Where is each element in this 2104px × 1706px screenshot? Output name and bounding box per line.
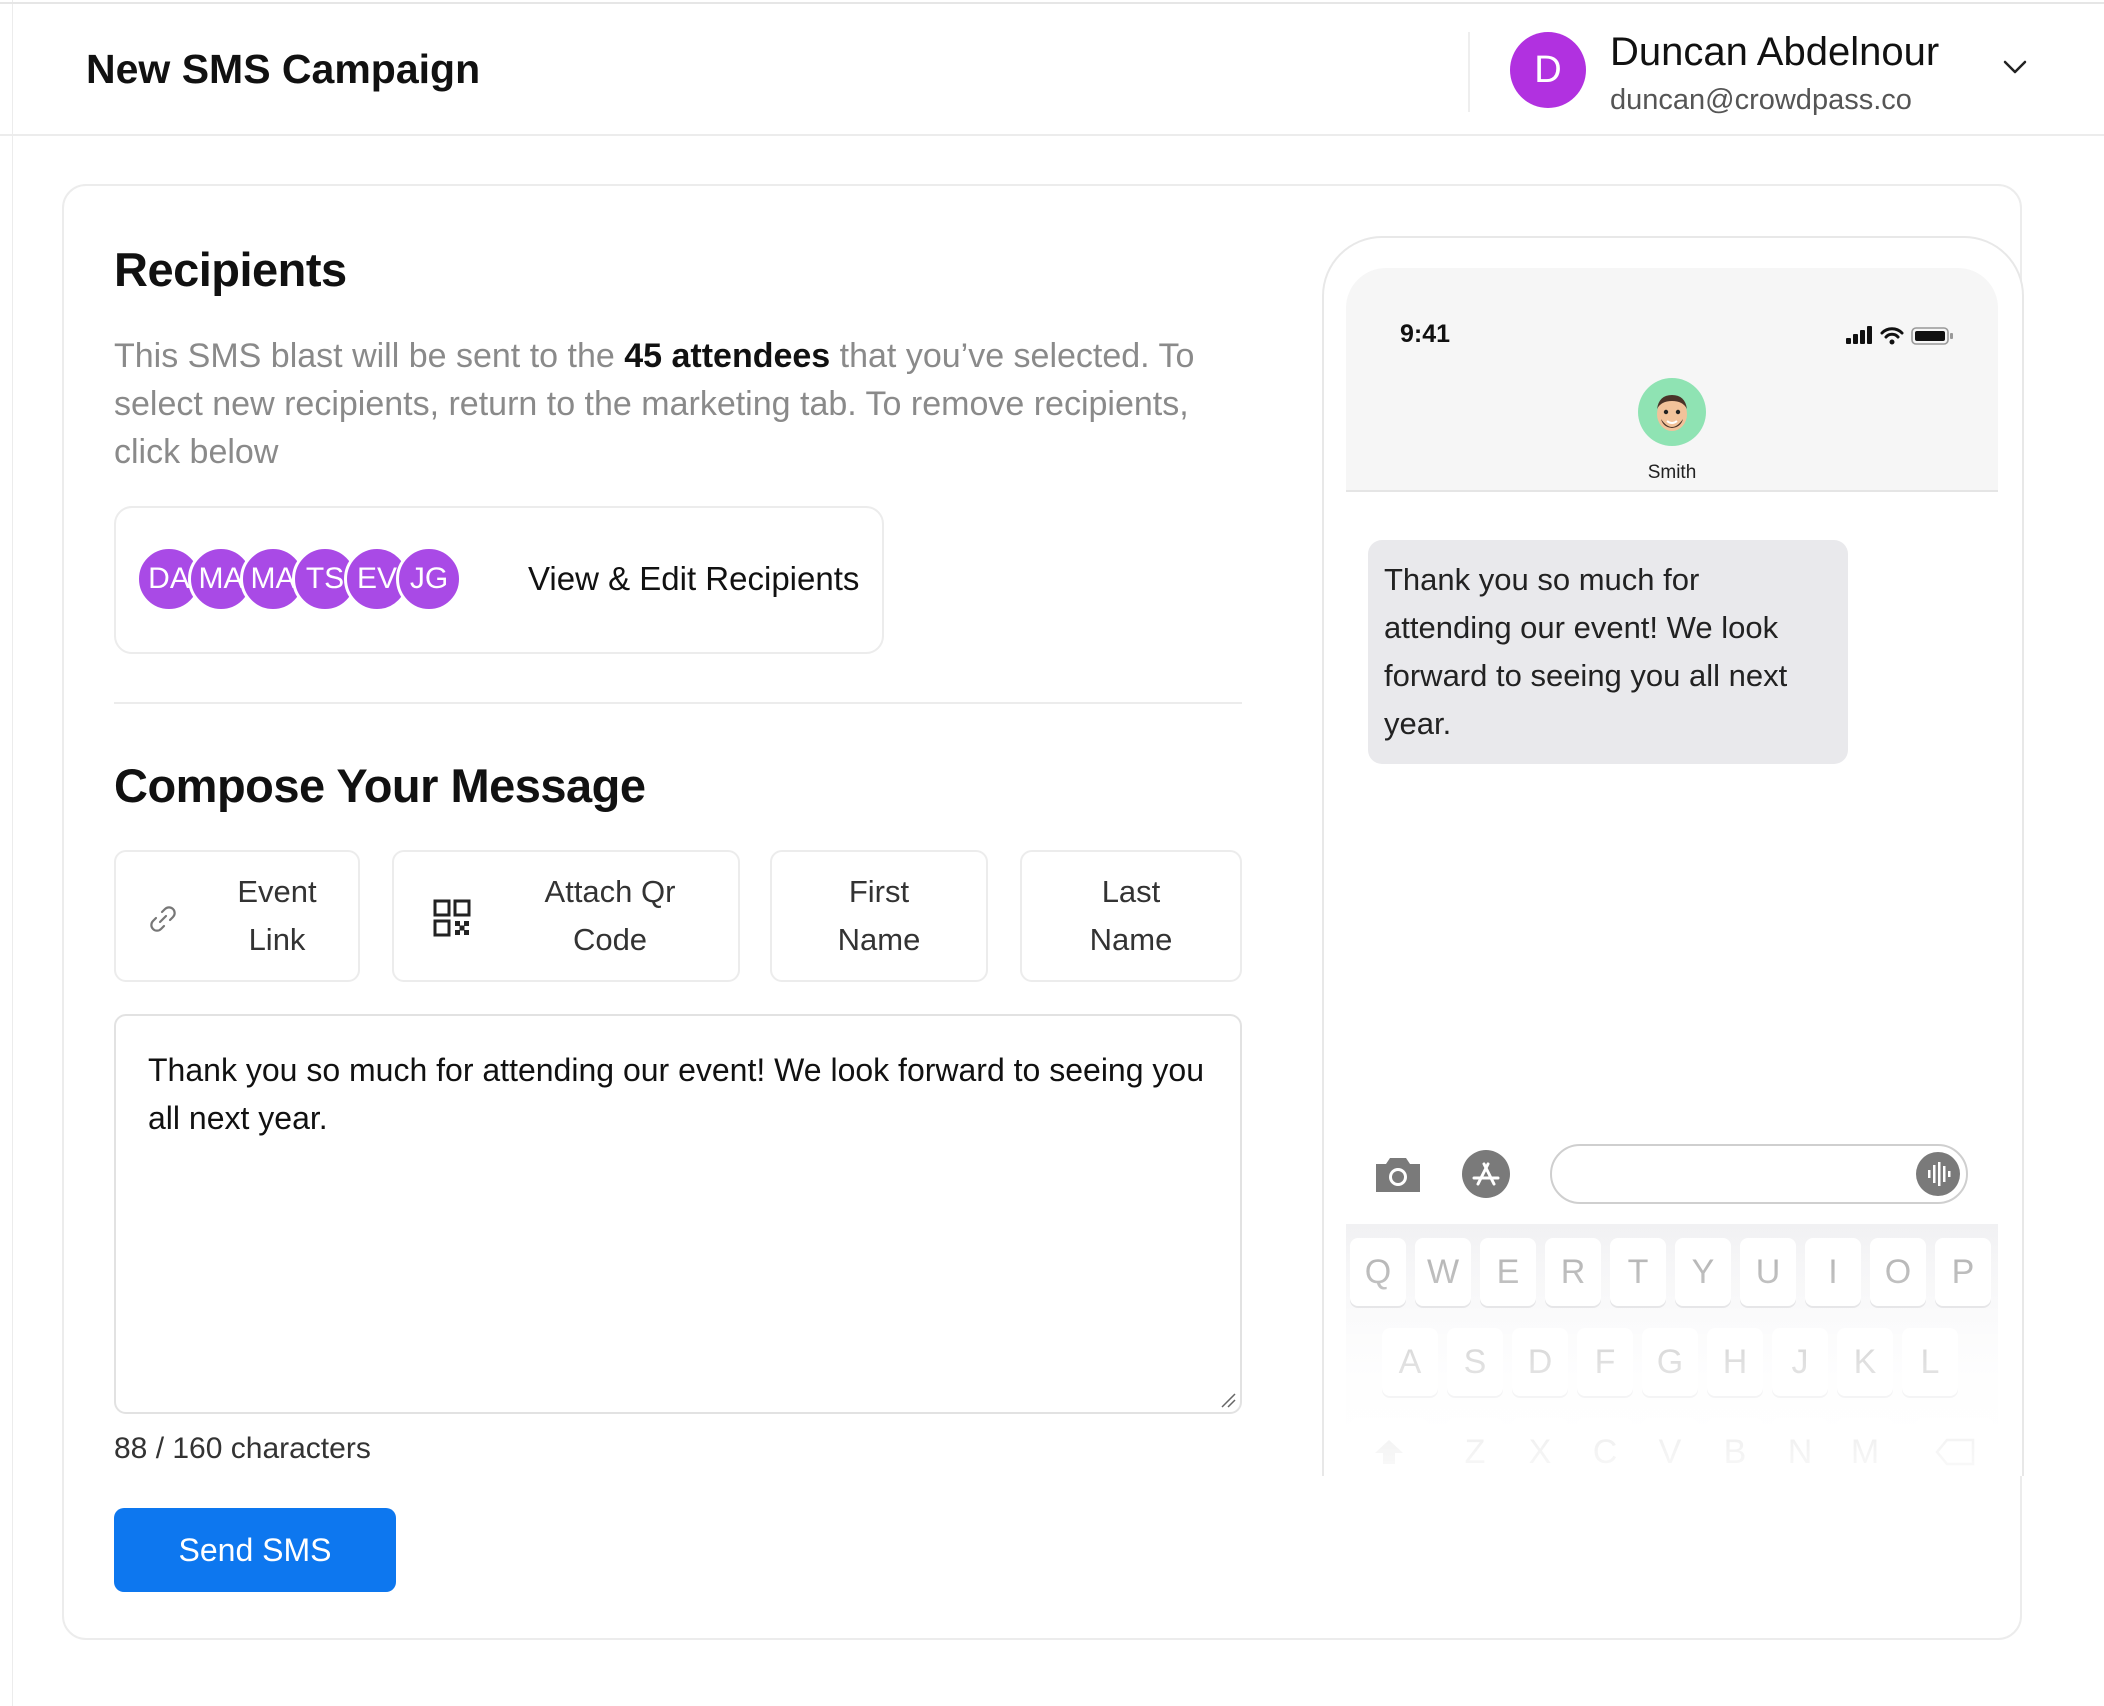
imessage-input[interactable]	[1550, 1144, 1968, 1204]
user-email: duncan@crowdpass.co	[1610, 84, 1912, 116]
key-g[interactable]: G	[1642, 1328, 1698, 1396]
key-h[interactable]: H	[1707, 1328, 1763, 1396]
key-x[interactable]: X	[1512, 1418, 1568, 1476]
user-avatar[interactable]: D	[1510, 32, 1586, 108]
attach-qr-button[interactable]: Attach Qr Code	[392, 850, 740, 982]
user-name[interactable]: Duncan Abdelnour	[1610, 30, 1939, 75]
recipient-avatars: DA MA MA TS EV JG	[136, 546, 476, 612]
campaign-card: Recipients This SMS blast will be sent t…	[62, 184, 2024, 1640]
key-w[interactable]: W	[1415, 1238, 1471, 1306]
key-q[interactable]: Q	[1350, 1238, 1406, 1306]
top-header: New SMS Campaign D Duncan Abdelnour dunc…	[0, 4, 2104, 136]
page-title: New SMS Campaign	[86, 46, 481, 92]
key-r[interactable]: R	[1545, 1238, 1601, 1306]
key-i[interactable]: I	[1805, 1238, 1861, 1306]
key-k[interactable]: K	[1837, 1328, 1893, 1396]
key-l[interactable]: L	[1902, 1328, 1958, 1396]
link-icon	[150, 906, 176, 932]
camera-icon[interactable]	[1372, 1152, 1424, 1196]
key-z[interactable]: Z	[1447, 1418, 1503, 1476]
app-store-icon[interactable]	[1460, 1148, 1512, 1200]
send-sms-button[interactable]: Send SMS	[114, 1508, 396, 1592]
key-t[interactable]: T	[1610, 1238, 1666, 1306]
key-m[interactable]: M	[1837, 1418, 1893, 1476]
character-count: 88 / 160 characters	[114, 1432, 371, 1465]
header-divider	[1468, 32, 1470, 112]
keyboard: Q W E R T Y U I O P A S D F G H J K L Z …	[1346, 1224, 1998, 1476]
key-c[interactable]: C	[1577, 1418, 1633, 1476]
shift-arrow-icon	[1375, 1440, 1403, 1464]
backspace-key[interactable]	[1916, 1418, 1994, 1476]
key-a[interactable]: A	[1382, 1328, 1438, 1396]
view-edit-recipients-label: View & Edit Recipients	[528, 560, 860, 597]
phone-preview: 9:41 Smith Thank you so much for attendi…	[1322, 236, 2024, 1476]
contact-avatar[interactable]	[1638, 378, 1706, 446]
message-textarea[interactable]: Thank you so much for attending our even…	[114, 1014, 1242, 1414]
key-u[interactable]: U	[1740, 1238, 1796, 1306]
qr-code-icon	[433, 899, 471, 937]
key-d[interactable]: D	[1512, 1328, 1568, 1396]
shift-key[interactable]	[1350, 1418, 1428, 1476]
backspace-icon	[1935, 1438, 1975, 1466]
event-link-button[interactable]: Event Link	[114, 850, 360, 982]
resize-handle-icon[interactable]	[1220, 1392, 1236, 1408]
key-j[interactable]: J	[1772, 1328, 1828, 1396]
last-name-label: Last Name	[1089, 874, 1173, 957]
key-s[interactable]: S	[1447, 1328, 1503, 1396]
contact-name: Smith	[1647, 462, 1697, 483]
key-b[interactable]: B	[1707, 1418, 1763, 1476]
audio-wave-icon[interactable]	[1916, 1152, 1960, 1196]
recipients-title: Recipients	[114, 243, 347, 296]
phone-screen: 9:41 Smith Thank you so much for attendi…	[1346, 268, 1998, 1476]
key-f[interactable]: F	[1577, 1328, 1633, 1396]
message-bubble: Thank you so much for attending our even…	[1368, 540, 1848, 764]
key-v[interactable]: V	[1642, 1418, 1698, 1476]
memoji-face-icon	[1657, 395, 1687, 431]
key-y[interactable]: Y	[1675, 1238, 1731, 1306]
chevron-down-icon[interactable]	[2000, 52, 2030, 82]
first-name-button[interactable]: First Name	[770, 850, 988, 982]
recipient-avatar: JG	[396, 546, 462, 612]
key-e[interactable]: E	[1480, 1238, 1536, 1306]
page-rail	[12, 0, 13, 1706]
attach-qr-label: Attach Qr Code	[544, 874, 676, 957]
view-edit-recipients-button[interactable]: DA MA MA TS EV JG View & Edit Recipients	[114, 506, 884, 654]
event-link-label: Event Link	[237, 874, 317, 957]
message-text: Thank you so much for attending our even…	[148, 1052, 1204, 1136]
attendee-count: 45 attendees	[624, 337, 831, 375]
first-name-label: First Name	[837, 874, 921, 957]
key-o[interactable]: O	[1870, 1238, 1926, 1306]
compose-title: Compose Your Message	[114, 759, 646, 812]
key-p[interactable]: P	[1935, 1238, 1991, 1306]
last-name-button[interactable]: Last Name	[1020, 850, 1242, 982]
imessage-compose-bar	[1346, 1140, 1998, 1210]
recipients-description: This SMS blast will be sent to the 45 at…	[114, 332, 1254, 476]
status-bar-icons	[1846, 326, 1953, 345]
description-pre: This SMS blast will be sent to the	[114, 337, 625, 375]
section-divider	[114, 702, 1242, 704]
status-time: 9:41	[1400, 320, 1451, 348]
key-n[interactable]: N	[1772, 1418, 1828, 1476]
messages-header: 9:41 Smith	[1346, 268, 1998, 492]
